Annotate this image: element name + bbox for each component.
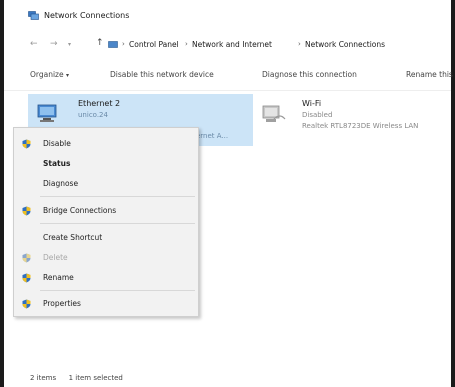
wifi-status: Disabled xyxy=(302,111,333,119)
context-menu: Disable Status Diagnose Bridge Connectio… xyxy=(13,127,199,317)
menu-item-label: Diagnose xyxy=(43,179,79,188)
menu-separator xyxy=(40,196,195,197)
wifi-device: Realtek RTL8723DE Wireless LAN xyxy=(302,122,419,130)
menu-item-properties[interactable]: Properties xyxy=(14,293,198,313)
window-title: Network Connections xyxy=(44,11,130,20)
network-connections-icon xyxy=(28,11,39,20)
menu-item-disable[interactable]: Disable xyxy=(14,133,198,153)
back-arrow-icon[interactable]: ← xyxy=(30,39,38,49)
menu-item-bridge-connections[interactable]: Bridge Connections xyxy=(14,200,198,220)
chevron-down-icon: ▾ xyxy=(66,72,70,79)
status-bar: 2 items 1 item selected xyxy=(30,374,123,382)
wifi-connection-item[interactable]: Wi-Fi Disabled Realtek RTL8723DE Wireles… xyxy=(260,94,452,146)
forward-arrow-icon[interactable]: → xyxy=(50,39,58,49)
wifi-name: Wi-Fi xyxy=(302,99,322,108)
breadcrumb-network-connections[interactable]: Network Connections xyxy=(305,40,385,49)
uac-shield-icon xyxy=(22,206,31,216)
command-bar: Organize ▾ Disable this network device D… xyxy=(4,60,453,91)
recent-locations-icon[interactable]: ▾ xyxy=(68,41,71,48)
control-panel-icon xyxy=(108,41,118,48)
organize-label: Organize xyxy=(30,70,64,79)
menu-item-label: Delete xyxy=(43,253,68,262)
menu-separator xyxy=(40,223,195,224)
rename-connection-button[interactable]: Rename this xyxy=(406,70,453,79)
menu-item-label: Bridge Connections xyxy=(43,206,117,215)
breadcrumb-control-panel[interactable]: Control Panel xyxy=(129,40,179,49)
disable-device-button[interactable]: Disable this network device xyxy=(110,70,214,79)
menu-separator xyxy=(40,290,195,291)
ethernet-adapter-icon xyxy=(37,104,57,122)
item-count: 2 items xyxy=(30,374,57,382)
diagnose-connection-button[interactable]: Diagnose this connection xyxy=(262,70,357,79)
menu-item-label: Rename xyxy=(43,273,74,282)
menu-item-create-shortcut[interactable]: Create Shortcut xyxy=(14,227,198,247)
menu-item-label: Create Shortcut xyxy=(43,233,103,242)
menu-item-status[interactable]: Status xyxy=(14,153,198,173)
menu-item-delete: Delete xyxy=(14,247,198,267)
menu-item-label: Status xyxy=(43,159,71,168)
title-bar: Network Connections xyxy=(4,0,451,30)
uac-shield-icon xyxy=(22,253,31,263)
ethernet-device: ernet A... xyxy=(196,132,229,140)
menu-item-diagnose[interactable]: Diagnose xyxy=(14,173,198,193)
breadcrumb-separator-icon: › xyxy=(122,40,125,48)
menu-item-rename[interactable]: Rename xyxy=(14,267,198,287)
address-bar[interactable]: ← → ▾ ↑ › Control Panel › Network and In… xyxy=(4,34,451,56)
breadcrumb-separator-icon: › xyxy=(298,40,301,48)
uac-shield-icon xyxy=(22,139,31,149)
right-window-edge xyxy=(451,0,455,387)
breadcrumb-separator-icon: › xyxy=(185,40,188,48)
selection-count: 1 item selected xyxy=(68,374,123,382)
breadcrumb-network-and-internet[interactable]: Network and Internet xyxy=(192,40,272,49)
uac-shield-icon xyxy=(22,299,31,309)
ethernet-network: unico.24 xyxy=(78,111,108,119)
left-window-edge xyxy=(0,0,4,387)
menu-item-label: Properties xyxy=(43,299,81,308)
uac-shield-icon xyxy=(22,273,31,283)
menu-item-label: Disable xyxy=(43,139,71,148)
organize-button[interactable]: Organize ▾ xyxy=(30,70,69,79)
wifi-adapter-icon xyxy=(262,105,286,122)
ethernet-name: Ethernet 2 xyxy=(78,99,121,108)
up-arrow-icon[interactable]: ↑ xyxy=(96,38,104,48)
